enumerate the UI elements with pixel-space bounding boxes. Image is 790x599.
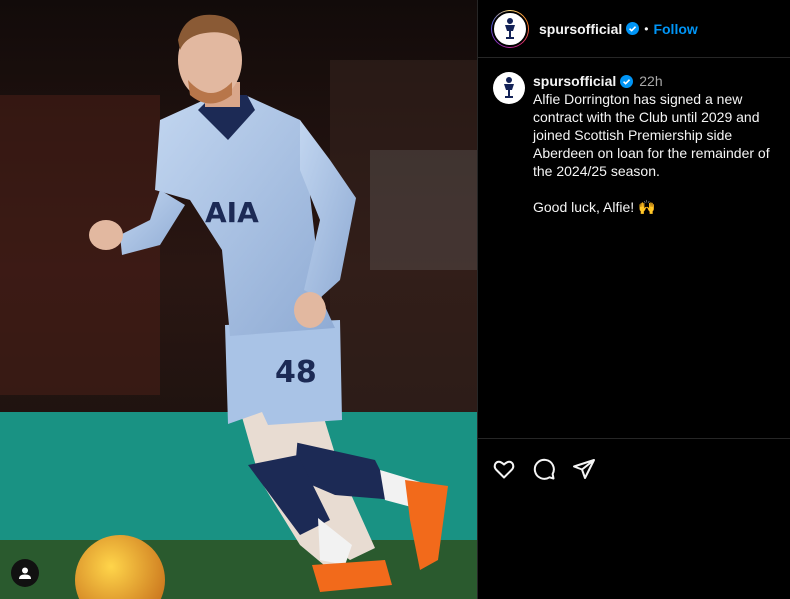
post-timestamp[interactable]: 22h bbox=[639, 72, 662, 90]
post-header: spursofficial • Follow bbox=[478, 0, 790, 58]
caption-text: Alfie Dorrington has signed a new contra… bbox=[533, 91, 770, 215]
club-crest-icon bbox=[504, 77, 514, 98]
action-bar bbox=[478, 438, 790, 498]
post-photo[interactable]: 48 AIA bbox=[0, 0, 477, 599]
post-viewer: 48 AIA spursofficial • Follow spursoffic… bbox=[0, 0, 790, 599]
club-crest-icon bbox=[505, 17, 515, 39]
comment-button[interactable] bbox=[532, 457, 556, 481]
follow-button[interactable]: Follow bbox=[653, 21, 697, 37]
user-tag-button[interactable] bbox=[11, 559, 39, 587]
shirt-sponsor: AIA bbox=[205, 196, 259, 229]
avatar bbox=[492, 10, 528, 47]
header-separator: • bbox=[644, 21, 649, 36]
like-button[interactable] bbox=[492, 457, 516, 481]
verified-badge-icon bbox=[626, 22, 640, 35]
comment-icon bbox=[533, 458, 555, 480]
share-icon bbox=[573, 458, 595, 479]
player-photo: 48 AIA bbox=[0, 0, 477, 599]
shirt-number: 48 bbox=[275, 355, 317, 390]
user-tag-icon bbox=[19, 567, 31, 579]
profile-avatar-story-ring[interactable] bbox=[491, 9, 529, 48]
share-button[interactable] bbox=[572, 457, 596, 481]
verified-badge-icon bbox=[620, 74, 634, 88]
header-username[interactable]: spursofficial bbox=[539, 21, 622, 37]
caption-body: spursofficial 22h Alfie Dorrington has s… bbox=[533, 72, 774, 438]
post-side-panel: spursofficial • Follow spursofficial 22h… bbox=[477, 0, 790, 599]
caption-username[interactable]: spursofficial bbox=[533, 72, 616, 90]
caption-avatar[interactable] bbox=[493, 72, 525, 104]
heart-icon bbox=[493, 460, 515, 478]
caption-area: spursofficial 22h Alfie Dorrington has s… bbox=[478, 58, 790, 438]
